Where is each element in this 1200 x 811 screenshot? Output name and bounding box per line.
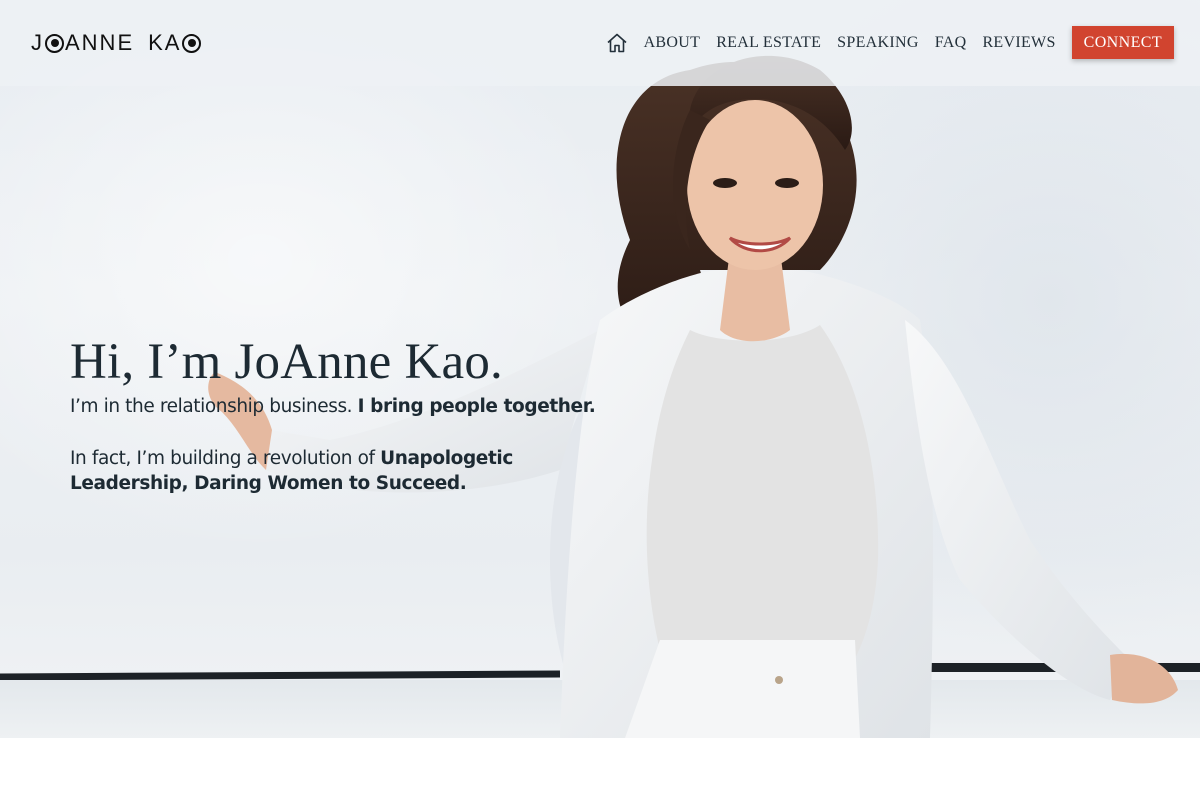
hero-intro: Hi, I’m JoAnne Kao. I’m in the relations… <box>70 334 630 496</box>
logo-text-anne: ANNE <box>65 30 135 55</box>
nav-link-about[interactable]: ABOUT <box>644 34 701 52</box>
hero-mission: In fact, I’m building a revolution of Un… <box>70 446 550 496</box>
main-menu: ABOUT REAL ESTATE SPEAKING FAQ REVIEWS C… <box>606 26 1174 59</box>
logo-ring-icon <box>182 33 202 53</box>
hero-tagline-bold: I bring people together. <box>357 396 596 417</box>
home-icon[interactable] <box>606 32 628 54</box>
nav-link-speaking[interactable]: SPEAKING <box>837 34 919 52</box>
nav-link-reviews[interactable]: REVIEWS <box>982 34 1055 52</box>
connect-button[interactable]: CONNECT <box>1071 26 1174 59</box>
hero-tagline: I’m in the relationship business. I brin… <box>70 394 630 419</box>
site-logo[interactable]: J ANNE KA <box>31 30 202 56</box>
hero-mission-regular: In fact, I’m building a revolution of <box>70 448 381 469</box>
nav-link-real-estate[interactable]: REAL ESTATE <box>716 34 821 52</box>
hero-title: Hi, I’m JoAnne Kao. <box>70 334 503 390</box>
logo-ring-icon <box>45 33 64 53</box>
hero-tagline-regular: I’m in the relationship business. <box>70 396 358 417</box>
nav-link-faq[interactable]: FAQ <box>935 34 967 52</box>
logo-text-ka: KA <box>148 30 182 55</box>
top-navigation-bar: J ANNE KA ABOUT REAL ESTATE SPEAKING FAQ R… <box>0 0 1200 86</box>
logo-text-j: J <box>31 30 44 55</box>
